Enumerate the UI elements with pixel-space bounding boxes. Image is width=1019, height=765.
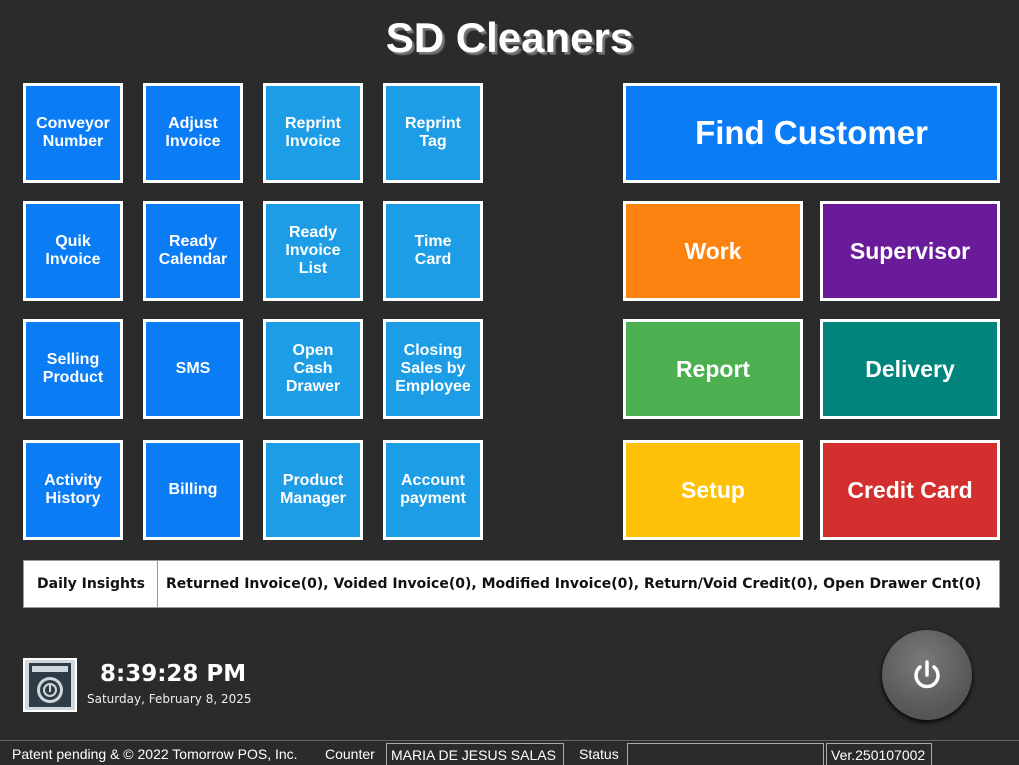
counter-value: MARIA DE JESUS SALAS [386, 743, 564, 765]
conveyor-number-button[interactable]: Conveyor Number [23, 83, 123, 183]
quik-invoice-button[interactable]: Quik Invoice [23, 201, 123, 301]
account-payment-button[interactable]: Account payment [383, 440, 483, 540]
reprint-invoice-button[interactable]: Reprint Invoice [263, 83, 363, 183]
daily-insights-message: Returned Invoice(0), Voided Invoice(0), … [166, 576, 982, 592]
report-button[interactable]: Report [623, 319, 803, 419]
selling-product-button[interactable]: Selling Product [23, 319, 123, 419]
adjust-invoice-button[interactable]: Adjust Invoice [143, 83, 243, 183]
status-value [627, 743, 824, 765]
app-title: SD Cleaners [385, 14, 634, 61]
version-text: Ver.250107002 [826, 743, 932, 765]
power-button[interactable] [882, 630, 972, 720]
time-card-button[interactable]: Time Card [383, 201, 483, 301]
power-icon [914, 660, 940, 689]
washing-machine-icon [23, 658, 77, 712]
find-customer-button[interactable]: Find Customer [623, 83, 1000, 183]
daily-insights-bar: Daily Insights Returned Invoice(0), Void… [23, 560, 1000, 608]
closing-sales-by-employee-button[interactable]: Closing Sales by Employee [383, 319, 483, 419]
ready-calendar-button[interactable]: Ready Calendar [143, 201, 243, 301]
setup-button[interactable]: Setup [623, 440, 803, 540]
billing-button[interactable]: Billing [143, 440, 243, 540]
open-cash-drawer-button[interactable]: Open Cash Drawer [263, 319, 363, 419]
copyright-text: Patent pending & © 2022 Tomorrow POS, In… [12, 746, 298, 762]
delivery-button[interactable]: Delivery [820, 319, 1000, 419]
status-bar: Patent pending & © 2022 Tomorrow POS, In… [0, 740, 1019, 765]
activity-history-button[interactable]: Activity History [23, 440, 123, 540]
counter-label: Counter [325, 746, 375, 762]
ready-invoice-list-button[interactable]: Ready Invoice List [263, 201, 363, 301]
sms-button[interactable]: SMS [143, 319, 243, 419]
daily-insights-label: Daily Insights [24, 561, 158, 607]
reprint-tag-button[interactable]: Reprint Tag [383, 83, 483, 183]
work-button[interactable]: Work [623, 201, 803, 301]
product-manager-button[interactable]: Product Manager [263, 440, 363, 540]
credit-card-button[interactable]: Credit Card [820, 440, 1000, 540]
supervisor-button[interactable]: Supervisor [820, 201, 1000, 301]
status-label: Status [579, 746, 619, 762]
clock-time: 8:39:28 PM [100, 661, 247, 687]
clock-date: Saturday, February 8, 2025 [87, 692, 252, 706]
